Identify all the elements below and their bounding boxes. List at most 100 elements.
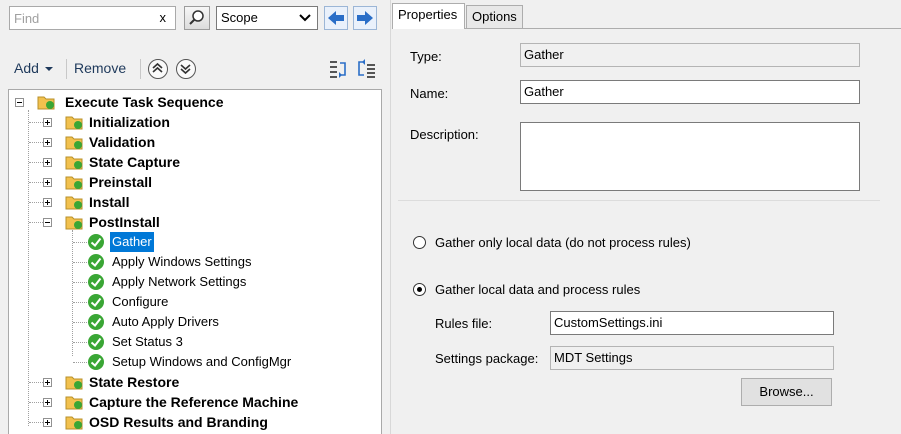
tree-step-label: Set Status 3	[112, 334, 183, 349]
find-input[interactable]	[10, 7, 150, 29]
radio-local-only-label[interactable]: Gather only local data (do not process r…	[435, 235, 691, 250]
radio-process-rules[interactable]	[413, 283, 426, 296]
folder-icon	[65, 376, 83, 390]
settings-package-field: MDT Settings	[550, 346, 834, 370]
expand-all-button[interactable]	[328, 58, 350, 80]
section-divider	[398, 200, 880, 201]
tree-step-label: Configure	[112, 294, 169, 309]
tree-step[interactable]: Setup Windows and ConfigMgr	[9, 352, 381, 372]
expand-icon[interactable]	[43, 138, 52, 147]
search-button[interactable]	[184, 6, 210, 30]
expand-icon[interactable]	[43, 118, 52, 127]
browse-button[interactable]: Browse...	[741, 378, 832, 406]
tree-group-label: Initialization	[89, 114, 170, 130]
find-clear-button[interactable]: x	[160, 10, 167, 25]
tree-group-label: OSD Results and Branding	[89, 414, 268, 430]
tree-group-label: Preinstall	[89, 174, 153, 190]
check-circle-icon	[88, 274, 104, 290]
next-match-button[interactable]	[353, 6, 377, 30]
double-chevron-down-icon	[180, 64, 191, 75]
collapse-icon[interactable]	[15, 98, 24, 107]
rules-file-field[interactable]: CustomSettings.ini	[550, 311, 834, 335]
move-up-button[interactable]	[148, 59, 168, 79]
expand-icon[interactable]	[43, 158, 52, 167]
folder-icon	[65, 216, 83, 230]
collapse-all-button[interactable]	[355, 58, 377, 80]
tree-group-label: State Restore	[89, 374, 180, 390]
radio-local-only[interactable]	[413, 236, 426, 249]
pane-divider[interactable]	[390, 0, 391, 434]
folder-icon	[65, 416, 83, 430]
toolbar-separator	[140, 59, 141, 79]
tree-group[interactable]: Install	[9, 192, 381, 212]
type-label: Type:	[410, 49, 442, 64]
tab-properties[interactable]: Properties	[392, 3, 465, 29]
tree-step[interactable]: Set Status 3	[9, 332, 381, 352]
tree-group[interactable]: State Capture	[9, 152, 381, 172]
chevron-down-icon	[299, 14, 311, 22]
tree-group-label: Install	[89, 194, 130, 210]
add-button[interactable]: Add	[14, 60, 53, 76]
tree-group[interactable]: Capture the Reference Machine	[9, 392, 381, 412]
description-field[interactable]	[520, 122, 860, 191]
tree-step[interactable]: Gather	[9, 232, 381, 252]
tree-step[interactable]: Apply Network Settings	[9, 272, 381, 292]
expand-icon[interactable]	[43, 178, 52, 187]
tree-step[interactable]: Auto Apply Drivers	[9, 312, 381, 332]
name-field[interactable]: Gather	[520, 80, 860, 104]
check-circle-icon	[88, 234, 104, 250]
tree-step[interactable]: Apply Windows Settings	[9, 252, 381, 272]
expand-icon[interactable]	[43, 378, 52, 387]
type-field: Gather	[520, 43, 860, 67]
list-collapse-icon	[358, 59, 375, 78]
expand-icon[interactable]	[43, 398, 52, 407]
folder-icon	[65, 396, 83, 410]
collapse-icon[interactable]	[43, 218, 52, 227]
rules-file-label: Rules file:	[435, 316, 493, 331]
tab-options[interactable]: Options	[466, 5, 523, 28]
tree-step-label: Auto Apply Drivers	[112, 314, 219, 329]
tree-group-postinstall[interactable]: PostInstall	[9, 212, 381, 232]
description-label: Description:	[410, 127, 479, 142]
tree-group[interactable]: Validation	[9, 132, 381, 152]
tree-group[interactable]: State Restore	[9, 372, 381, 392]
tree-step[interactable]: Configure	[9, 292, 381, 312]
scope-value: Scope	[221, 10, 258, 25]
tree-group-label: Validation	[89, 134, 156, 150]
tree-group[interactable]: Preinstall	[9, 172, 381, 192]
add-label: Add	[14, 60, 39, 76]
task-sequence-pane: x Scope Add Remove	[0, 0, 390, 434]
arrow-left-icon	[328, 11, 344, 25]
scope-dropdown[interactable]: Scope	[216, 6, 318, 30]
previous-match-button[interactable]	[324, 6, 348, 30]
find-box[interactable]: x	[9, 6, 176, 30]
tree-group[interactable]: OSD Results and Branding	[9, 412, 381, 432]
expand-icon[interactable]	[43, 418, 52, 427]
task-sequence-tree[interactable]: Execute Task Sequence Initialization Val…	[8, 89, 382, 434]
arrow-right-icon	[357, 11, 373, 25]
radio-process-rules-label[interactable]: Gather local data and process rules	[435, 282, 640, 297]
tree-root[interactable]: Execute Task Sequence	[9, 92, 381, 112]
check-circle-icon	[88, 354, 104, 370]
tree-step-label: Setup Windows and ConfigMgr	[112, 354, 292, 369]
tree-group-label: PostInstall	[89, 214, 160, 230]
sequence-toolbar: Add Remove	[8, 56, 382, 82]
check-circle-icon	[88, 314, 104, 330]
folder-icon	[65, 196, 83, 210]
folder-icon	[65, 156, 83, 170]
dropdown-caret-icon	[44, 67, 53, 72]
remove-button[interactable]: Remove	[74, 60, 126, 76]
folder-icon	[65, 116, 83, 130]
expand-icon[interactable]	[43, 198, 52, 207]
tree-step-label: Apply Network Settings	[112, 274, 247, 289]
tree-group-label: Capture the Reference Machine	[89, 394, 299, 410]
tree-group[interactable]: Initialization	[9, 112, 381, 132]
check-circle-icon	[88, 334, 104, 350]
name-label: Name:	[410, 86, 449, 101]
toolbar-separator	[66, 59, 67, 79]
list-expand-icon	[330, 61, 346, 78]
folder-icon	[65, 176, 83, 190]
check-circle-icon	[88, 294, 104, 310]
tree-step-label: Gather	[110, 232, 154, 252]
move-down-button[interactable]	[176, 59, 196, 79]
